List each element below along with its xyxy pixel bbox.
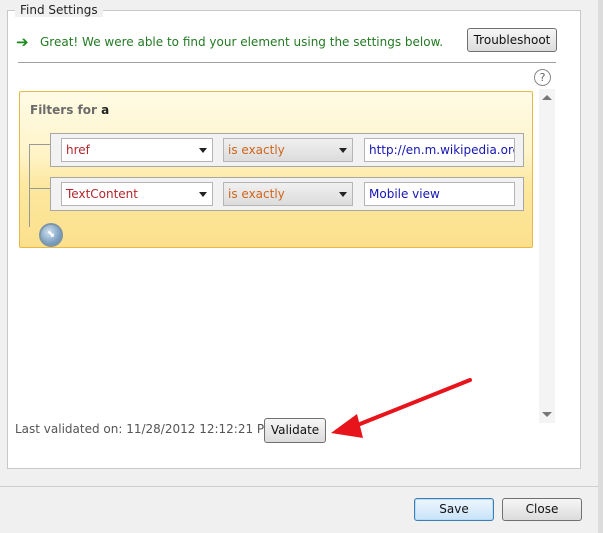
dropdown-arrow-icon xyxy=(199,192,207,197)
filter-element: a xyxy=(101,103,110,117)
dropdown-arrow-icon xyxy=(339,148,347,153)
value-input[interactable]: Mobile view xyxy=(364,182,515,206)
scroll-down-icon[interactable] xyxy=(542,412,552,417)
operator-dropdown[interactable]: is exactly xyxy=(223,138,353,162)
dropdown-arrow-icon xyxy=(339,192,347,197)
value-input[interactable]: http://en.m.wikipedia.org/w xyxy=(364,138,515,162)
save-button[interactable]: Save xyxy=(414,498,494,521)
close-button[interactable]: Close xyxy=(502,498,582,521)
find-settings-window: Find Settings ➔ Great! We were able to f… xyxy=(0,0,603,533)
operator-dropdown-value: is exactly xyxy=(228,143,285,157)
field-dropdown-value: href xyxy=(66,143,90,157)
window-edge xyxy=(598,0,603,533)
help-icon[interactable]: ? xyxy=(534,69,551,86)
tree-line xyxy=(29,144,30,227)
vertical-scrollbar[interactable] xyxy=(539,89,555,423)
footer-separator xyxy=(0,486,598,487)
arrow-right-icon: ➔ xyxy=(16,33,29,51)
tree-branch xyxy=(29,188,51,189)
operator-dropdown[interactable]: is exactly xyxy=(223,182,353,206)
last-validated-text: Last validated on: 11/28/2012 12:12:21 P… xyxy=(15,422,275,436)
filter-panel: Filters for a href is exactly http://en.… xyxy=(19,91,533,248)
field-dropdown[interactable]: TextContent xyxy=(61,182,213,206)
scroll-up-icon[interactable] xyxy=(542,95,552,100)
filter-row: TextContent is exactly Mobile view xyxy=(50,177,524,211)
tree-branch xyxy=(29,144,51,145)
add-icon: ⬊ xyxy=(46,229,56,240)
field-dropdown-value: TextContent xyxy=(66,187,138,201)
add-filter-button[interactable]: ⬊ xyxy=(39,223,63,247)
troubleshoot-button[interactable]: Troubleshoot xyxy=(467,28,557,52)
validate-button[interactable]: Validate xyxy=(264,418,326,443)
dropdown-arrow-icon xyxy=(199,148,207,153)
filter-title: Filters for a xyxy=(30,103,109,117)
status-message: Great! We were able to find your element… xyxy=(40,35,444,49)
operator-dropdown-value: is exactly xyxy=(228,187,285,201)
filter-title-prefix: Filters for xyxy=(30,103,97,117)
divider xyxy=(18,62,556,63)
filter-row: href is exactly http://en.m.wikipedia.or… xyxy=(50,133,524,167)
group-legend: Find Settings xyxy=(15,3,103,17)
field-dropdown[interactable]: href xyxy=(61,138,213,162)
